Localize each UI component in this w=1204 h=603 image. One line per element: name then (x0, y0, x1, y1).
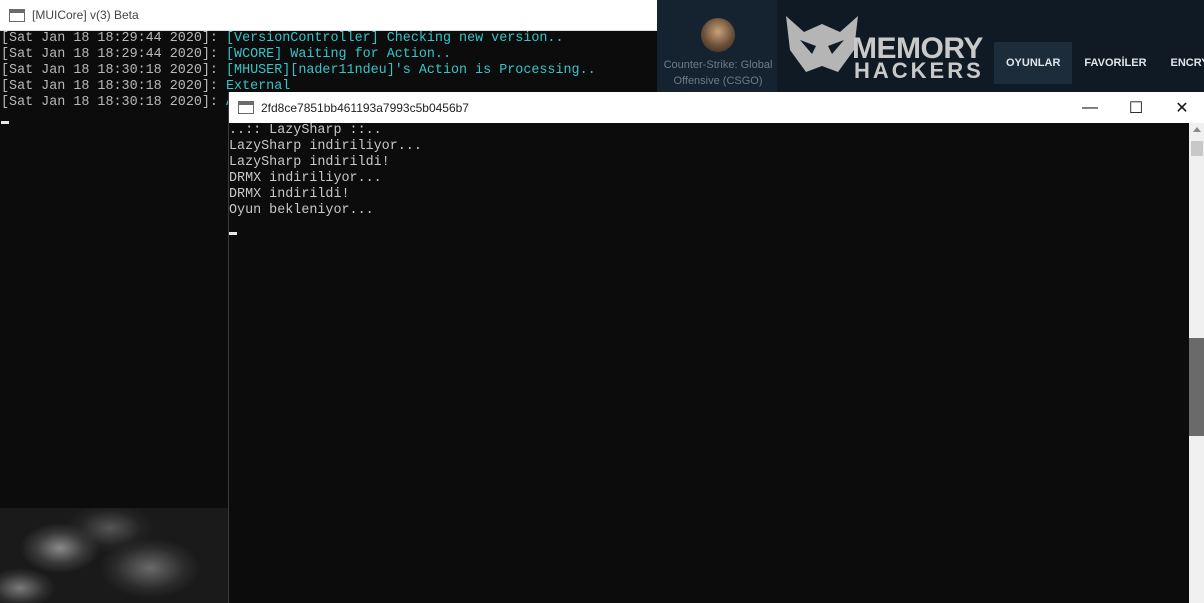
maximize-button[interactable]: ☐ (1113, 92, 1159, 123)
console-line: [Sat Jan 18 18:29:44 2020]: [WCORE] Wait… (1, 47, 657, 63)
log-message: [MHUSER][nader11ndeu]'s Action is Proces… (226, 63, 596, 78)
window-titlebar[interactable]: [MUICore] v(3) Beta (0, 0, 657, 31)
log-message: [VersionController] Checking new version… (226, 31, 564, 46)
game-avatar (701, 18, 735, 52)
console-line: LazySharp indiriliyor... (229, 139, 422, 154)
scroll-up-arrow-icon[interactable] (1193, 127, 1201, 132)
console-line: [Sat Jan 18 18:30:18 2020]: [MHUSER][nad… (1, 63, 657, 79)
game-card[interactable]: Counter-Strike: Global Offensive (CSGO) (657, 0, 777, 93)
memory-hackers-website: Counter-Strike: Global Offensive (CSGO) … (657, 0, 1204, 93)
text-cursor (229, 232, 237, 235)
window-title: 2fd8ce7851bb461193a7993c5b0456b7 (261, 100, 469, 115)
console-line: Oyun bekleniyor... (229, 203, 374, 218)
scroll-track-top (1191, 141, 1203, 156)
log-timestamp: [Sat Jan 18 18:30:18 2020]: (1, 79, 226, 94)
scroll-thumb[interactable] (1189, 338, 1204, 436)
console-line: DRMX indirildi! (229, 187, 350, 202)
log-timestamp: [Sat Jan 18 18:30:18 2020]: (1, 95, 226, 110)
console-app-icon (238, 101, 254, 114)
window-title: [MUICore] v(3) Beta (32, 8, 139, 22)
log-timestamp: [Sat Jan 18 18:29:44 2020]: (1, 47, 226, 62)
minimize-button[interactable]: — (1067, 92, 1113, 123)
console-output: ..:: LazySharp ::.. LazySharp indiriliyo… (229, 123, 1189, 603)
window-titlebar[interactable]: 2fd8ce7851bb461193a7993c5b0456b7 — ☐ ✕ (229, 92, 1204, 123)
site-nav: OYUNLAR FAVORİLER ENCRYP (994, 42, 1204, 84)
log-timestamp: [Sat Jan 18 18:30:18 2020]: (1, 63, 226, 78)
console-line: DRMX indiriliyor... (229, 171, 382, 186)
lazysharp-console-window[interactable]: 2fd8ce7851bb461193a7993c5b0456b7 — ☐ ✕ .… (228, 92, 1204, 603)
memory-hackers-logo[interactable]: MEMORY HACKERS (782, 10, 983, 83)
desktop-wallpaper (0, 508, 228, 603)
console-line: [Sat Jan 18 18:29:44 2020]: [VersionCont… (1, 31, 657, 47)
nav-favoriler[interactable]: FAVORİLER (1072, 42, 1158, 84)
game-title: Counter-Strike: Global Offensive (CSGO) (663, 59, 773, 87)
nav-oyunlar[interactable]: OYUNLAR (994, 42, 1073, 84)
console-line: ..:: LazySharp ::.. (229, 123, 382, 138)
vertical-scrollbar[interactable] (1189, 123, 1204, 603)
console-line: LazySharp indirildi! (229, 155, 390, 170)
log-timestamp: [Sat Jan 18 18:29:44 2020]: (1, 31, 226, 46)
nav-encrypt[interactable]: ENCRYP (1159, 42, 1204, 84)
text-cursor (1, 121, 9, 124)
logo-text-hackers: HACKERS (854, 58, 984, 83)
mask-logo-icon (786, 16, 858, 72)
close-button[interactable]: ✕ (1159, 92, 1204, 123)
console-app-icon (9, 8, 25, 22)
log-message: [WCORE] Waiting for Action.. (226, 47, 451, 62)
window-controls: — ☐ ✕ (1067, 92, 1204, 123)
